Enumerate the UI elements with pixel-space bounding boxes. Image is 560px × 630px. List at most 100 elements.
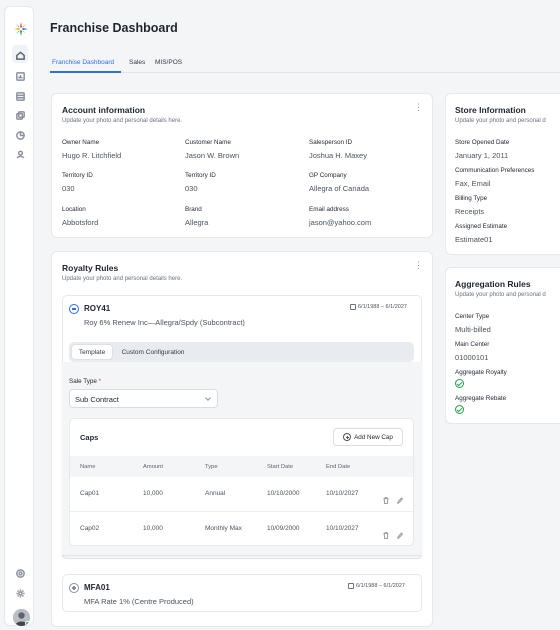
territory-id-value: 030	[62, 184, 75, 193]
salesperson-id-label: Salesperson ID	[309, 139, 353, 146]
cap-row2-start: 10/09/2000	[267, 525, 300, 532]
col-name: Name	[80, 464, 96, 470]
page-title: Franchise Dashboard	[50, 21, 178, 35]
chart-pie-icon[interactable]	[5, 127, 35, 143]
center-type-value: Multi-billed	[455, 325, 491, 334]
sidebar	[4, 6, 34, 626]
aggregate-royalty-label: Aggregate Royalty	[455, 369, 507, 376]
col-start-date: Start Date	[267, 464, 294, 470]
collapse-icon[interactable]	[69, 304, 79, 314]
royalty-rules-title: Royalty Rules	[62, 263, 119, 273]
config-segmented-control: Template Custom Configuration	[69, 342, 414, 362]
edit-icon[interactable]	[396, 526, 404, 540]
online-status-dot	[25, 621, 30, 626]
brand-value: Allegra	[185, 218, 209, 227]
cap-row2-type: Monthly Max	[205, 525, 242, 532]
store-opened-label: Store Opened Date	[455, 139, 510, 146]
billing-type-value: Receipts	[455, 207, 485, 216]
chevron-down-icon	[205, 395, 211, 401]
rule-date-range: 6/1/1988 – 6/1/2027	[348, 583, 405, 589]
assigned-estimate-value: Estimate01	[455, 235, 493, 244]
territory-id-value-2: 030	[185, 184, 198, 193]
email-label: Email address	[309, 206, 349, 213]
gp-company-label: GP Company	[309, 172, 347, 179]
royalty-more-icon[interactable]: ⋮	[414, 261, 423, 270]
email-value: jason@yahoo.com	[309, 218, 372, 227]
main-center-label: Main Center	[455, 341, 490, 348]
app-logo-icon[interactable]	[13, 21, 29, 37]
edit-icon[interactable]	[396, 491, 404, 505]
segment-template[interactable]: Template	[71, 344, 113, 360]
cap-row1-end: 10/10/2027	[326, 490, 359, 497]
comm-pref-value: Fax, Email	[455, 179, 491, 188]
caps-title: Caps	[80, 433, 99, 442]
users-icon[interactable]	[5, 146, 35, 162]
salesperson-id-value: Joshua H. Maxey	[309, 151, 367, 160]
trash-icon[interactable]	[383, 491, 389, 505]
add-new-cap-button[interactable]: Add New Cap	[333, 428, 403, 446]
brand-label: Brand	[185, 206, 202, 213]
segment-custom-configuration[interactable]: Custom Configuration	[115, 344, 191, 360]
trash-icon[interactable]	[383, 526, 389, 540]
aggregation-subtitle: Update your photo and personal d	[455, 292, 546, 298]
caps-table-header	[70, 456, 413, 477]
home-icon[interactable]	[5, 45, 35, 63]
aggregation-title: Aggregation Rules	[455, 279, 531, 289]
assigned-estimate-label: Assigned Estimate	[455, 223, 508, 230]
owner-name-label: Owner Name	[62, 139, 100, 146]
rule-dates-text: 6/1/1988 – 6/1/2027	[358, 304, 407, 310]
store-opened-value: January 1, 2011	[455, 151, 509, 160]
store-info-subtitle: Update your photo and personal d	[455, 118, 546, 124]
add-new-cap-label: Add New Cap	[354, 433, 393, 441]
gp-company-value: Allegra of Canada	[309, 184, 370, 193]
account-more-icon[interactable]: ⋮	[414, 103, 423, 112]
tab-sales[interactable]: Sales	[129, 59, 145, 66]
rule-dates-text: 6/1/1988 – 6/1/2027	[356, 583, 405, 589]
cap-row2-name: Cap02	[80, 525, 100, 532]
avatar[interactable]	[13, 609, 30, 626]
rule-code: ROY41	[84, 304, 111, 313]
copy-icon[interactable]	[5, 107, 35, 123]
col-amount: Amount	[143, 464, 163, 470]
sale-type-select[interactable]: Sub Contract	[69, 389, 218, 408]
cap-row2-amount: 10,000	[143, 525, 163, 532]
account-info-title: Account information	[62, 105, 146, 115]
territory-id-label: Territory ID	[62, 172, 93, 179]
rule-code: MFA01	[84, 583, 110, 592]
rule-description: MFA Rate 1% (Centre Produced)	[84, 597, 194, 606]
expand-icon[interactable]	[69, 583, 79, 593]
account-info-subtitle: Update your photo and personal details h…	[62, 118, 183, 124]
tab-mis-pos[interactable]: MIS/POS	[155, 59, 182, 66]
tab-franchise-dashboard[interactable]: Franchise Dashboard	[52, 59, 114, 66]
center-type-label: Center Type	[455, 313, 490, 320]
aggregate-rebate-check-icon	[455, 405, 464, 414]
sale-type-label-text: Sale Type	[69, 378, 97, 385]
report-icon[interactable]	[5, 68, 35, 84]
store-info-title: Store Information	[455, 105, 526, 115]
col-type: Type	[205, 464, 218, 470]
tab-bar: Franchise Dashboard Sales MIS/POS	[50, 57, 560, 73]
settings-icon[interactable]	[5, 585, 35, 601]
help-icon[interactable]	[5, 565, 35, 581]
calendar-icon	[350, 304, 356, 310]
aggregate-rebate-label: Aggregate Rebate	[455, 395, 507, 402]
cap-row2-end: 10/10/2027	[326, 525, 359, 532]
sale-type-value: Sub Contract	[75, 395, 119, 404]
location-label: Location	[62, 206, 86, 213]
cap-row1-start: 10/10/2000	[267, 490, 300, 497]
cap-row1-amount: 10,000	[143, 490, 163, 497]
sale-type-label: Sale Type *	[69, 378, 101, 385]
calendar-icon	[348, 583, 354, 589]
royalty-rule-mfa01	[62, 574, 422, 612]
comm-pref-label: Communication Preferences	[455, 167, 535, 174]
table-row-divider	[70, 511, 413, 512]
database-icon[interactable]	[5, 88, 35, 104]
rule-date-range: 6/1/1988 – 6/1/2027	[350, 304, 407, 310]
billing-type-label: Billing Type	[455, 195, 488, 202]
rule-description: Roy 6% Renew Inc—Allegra/Spdy (Subcontra…	[84, 318, 245, 327]
main-center-value: 01000101	[455, 353, 489, 362]
territory-id-label-2: Territory ID	[185, 172, 216, 179]
customer-name-value: Jason W. Brown	[185, 151, 240, 160]
col-end-date: End Date	[326, 464, 351, 470]
location-value: Abbotsford	[62, 218, 99, 227]
